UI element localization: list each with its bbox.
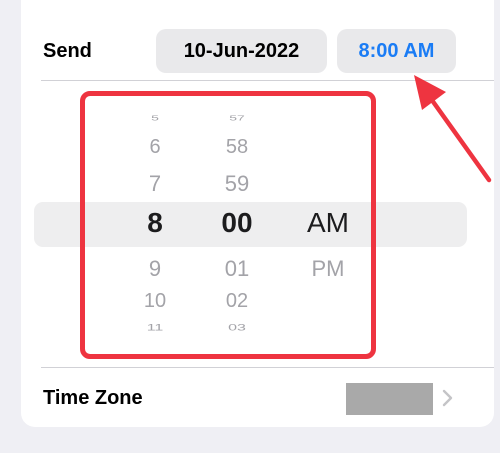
time-zone-value-redacted[interactable] — [346, 383, 433, 415]
divider — [41, 80, 494, 81]
time-zone-label: Time Zone — [43, 387, 143, 409]
chevron-right-icon[interactable] — [441, 388, 455, 408]
annotation-highlight-box — [80, 91, 376, 359]
send-label: Send — [43, 40, 92, 62]
date-button[interactable]: 10-Jun-2022 — [156, 29, 327, 73]
divider — [41, 367, 494, 368]
time-button[interactable]: 8:00 AM — [337, 29, 456, 73]
